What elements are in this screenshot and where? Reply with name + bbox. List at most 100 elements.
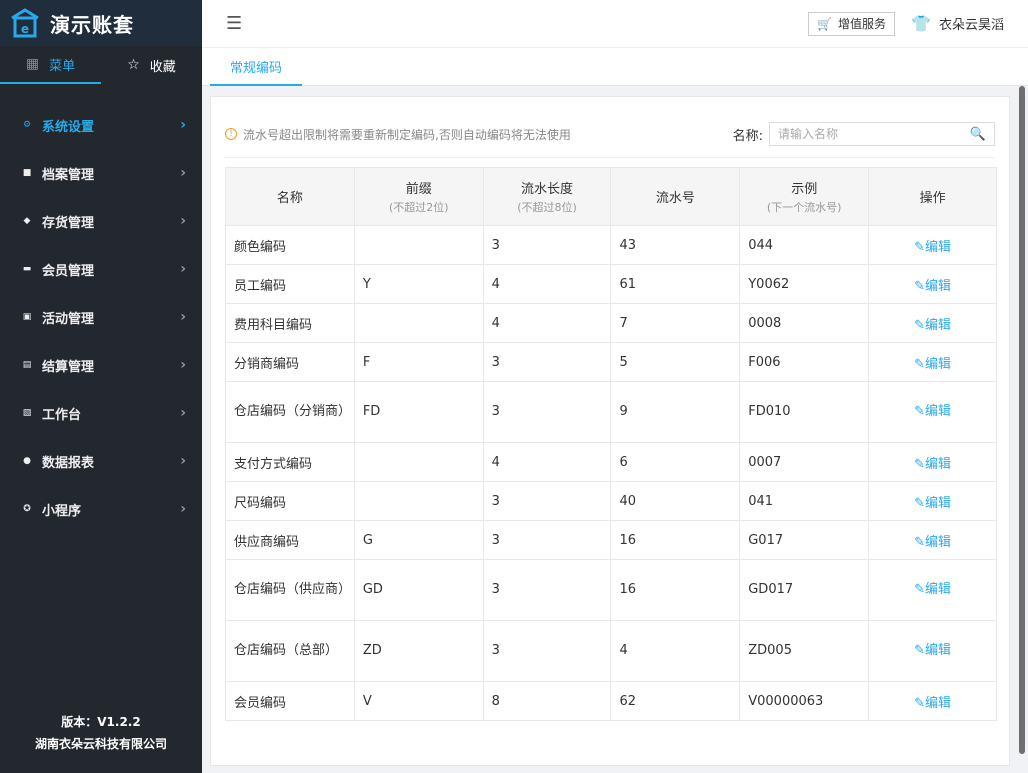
edit-button[interactable]: ✎编辑 — [914, 582, 951, 597]
chart-icon: ▧ — [22, 408, 32, 418]
cell-action: ✎编辑 — [868, 264, 997, 304]
cell-length: 3 — [482, 225, 612, 265]
sidebar-item-label: 会员管理 — [42, 263, 95, 279]
miniapp-icon: ✪ — [23, 504, 31, 514]
edit-button[interactable]: ✎编辑 — [914, 357, 951, 372]
edit-icon: ✎ — [914, 643, 926, 658]
collapse-menu-icon[interactable]: ☰ — [226, 13, 242, 34]
cell-action: ✎编辑 — [868, 559, 997, 621]
header-length: 流水长度 (不超过8位) — [482, 167, 612, 226]
scrollbar-thumb[interactable] — [1019, 86, 1025, 754]
sidebar-item-label: 结算管理 — [42, 359, 95, 375]
gift-icon: ▣ — [22, 312, 32, 322]
cell-action: ✎编辑 — [868, 303, 997, 343]
sidebar-item-settlement[interactable]: ▤ 结算管理 › — [0, 341, 202, 389]
cell-length: 3 — [482, 559, 612, 621]
table-row: 仓店编码（总部） ZD 3 4 ZD005 ✎编辑 — [225, 620, 997, 682]
edit-button[interactable]: ✎编辑 — [914, 643, 951, 658]
sidebar-item-label: 工作台 — [42, 407, 82, 423]
table-row: 员工编码 Y 4 61 Y0062 ✎编辑 — [225, 264, 997, 304]
cell-length: 3 — [482, 381, 612, 443]
cell-example: V00000063 — [739, 681, 870, 721]
logo: e 演示账套 — [0, 0, 202, 46]
cell-action: ✎编辑 — [868, 520, 997, 560]
cell-example: G017 — [739, 520, 870, 560]
cell-prefix: G — [353, 520, 484, 560]
edit-button[interactable]: ✎编辑 — [914, 696, 951, 711]
sidebar-item-label: 活动管理 — [42, 311, 95, 327]
cell-prefix — [353, 303, 484, 343]
chevron-right-icon: › — [180, 261, 186, 277]
notice-row: ! 流水号超出限制将需要重新制定编码,否则自动编码将无法使用 名称: 🔍 — [225, 119, 995, 149]
cell-prefix: V — [353, 681, 484, 721]
scrollbar[interactable] — [1018, 86, 1026, 756]
tab-menu-label: 菜单 — [49, 58, 76, 74]
search-label: 名称: — [732, 128, 763, 144]
archive-icon: ■ — [22, 168, 32, 178]
chevron-right-icon: › — [180, 405, 186, 421]
cell-prefix — [353, 481, 484, 521]
sidebar-item-activity[interactable]: ▣ 活动管理 › — [0, 293, 202, 341]
member-icon: ▬ — [22, 264, 32, 274]
sidebar-item-workbench[interactable]: ▧ 工作台 › — [0, 389, 202, 437]
cell-name: 费用科目编码 — [225, 303, 355, 343]
cell-prefix — [353, 442, 484, 482]
cell-example: 0008 — [739, 303, 870, 343]
tab-favorites[interactable]: ☆ 收藏 — [101, 46, 202, 84]
table-row: 支付方式编码 4 6 0007 ✎编辑 — [225, 442, 997, 482]
cell-name: 分销商编码 — [225, 342, 355, 382]
edit-icon: ✎ — [914, 582, 926, 597]
cell-name: 颜色编码 — [225, 225, 355, 265]
edit-button[interactable]: ✎编辑 — [914, 240, 951, 255]
value-added-button[interactable]: 🛒 增值服务 — [808, 11, 895, 36]
cell-serial: 43 — [610, 225, 741, 265]
pie-icon: ● — [23, 456, 31, 466]
cell-action: ✎编辑 — [868, 681, 997, 721]
edit-button[interactable]: ✎编辑 — [914, 279, 951, 294]
cell-length: 3 — [482, 481, 612, 521]
cell-name: 仓店编码（总部） — [225, 620, 355, 682]
sidebar-item-system-settings[interactable]: ⚙ 系统设置 › — [0, 101, 202, 149]
edit-button[interactable]: ✎编辑 — [914, 404, 951, 419]
sidebar-footer: 版本：V1.2.2 湖南衣朵云科技有限公司 — [0, 711, 202, 755]
cell-prefix: FD — [353, 381, 484, 443]
cell-serial: 4 — [610, 620, 741, 682]
user-menu[interactable]: 👕 衣朵云昊滔 — [911, 14, 1004, 33]
cell-example: F006 — [739, 342, 870, 382]
cell-example: GD017 — [739, 559, 870, 621]
cell-name: 员工编码 — [225, 264, 355, 304]
sidebar-item-label: 数据报表 — [42, 455, 95, 471]
search-icon[interactable]: 🔍 — [970, 127, 986, 142]
cell-length: 3 — [482, 620, 612, 682]
cell-action: ✎编辑 — [868, 225, 997, 265]
tab-regular-coding[interactable]: 常规编码 — [210, 48, 303, 86]
notice-text: 流水号超出限制将需要重新制定编码,否则自动编码将无法使用 — [243, 127, 571, 142]
tab-favorites-label: 收藏 — [149, 59, 176, 75]
company-label: 湖南衣朵云科技有限公司 — [34, 737, 167, 751]
settings-icon: ⚙ — [22, 120, 32, 130]
cart-icon: 🛒 — [817, 16, 832, 31]
sidebar-tabs: ▦ 菜单 ☆ 收藏 — [0, 46, 202, 84]
cell-prefix: GD — [353, 559, 484, 621]
box-icon: ◆ — [23, 216, 31, 226]
svg-text:e: e — [21, 22, 29, 36]
cell-name: 尺码编码 — [225, 481, 355, 521]
sidebar-item-reports[interactable]: ● 数据报表 › — [0, 437, 202, 485]
sidebar-menu: ⚙ 系统设置 › ■ 档案管理 › ◆ 存货管理 › ▬ 会员管理 › ▣ 活动… — [0, 101, 202, 533]
sidebar-item-inventory[interactable]: ◆ 存货管理 › — [0, 197, 202, 245]
table-row: 尺码编码 3 40 041 ✎编辑 — [225, 481, 997, 521]
edit-button[interactable]: ✎编辑 — [914, 496, 951, 511]
sidebar-item-miniapp[interactable]: ✪ 小程序 › — [0, 485, 202, 533]
cell-name: 仓店编码（供应商） — [225, 559, 355, 621]
edit-button[interactable]: ✎编辑 — [914, 535, 951, 550]
edit-button[interactable]: ✎编辑 — [914, 318, 951, 333]
edit-button[interactable]: ✎编辑 — [914, 457, 951, 472]
tab-menu[interactable]: ▦ 菜单 — [0, 46, 101, 84]
cell-length: 3 — [482, 520, 612, 560]
cell-name: 支付方式编码 — [225, 442, 355, 482]
sidebar-item-member[interactable]: ▬ 会员管理 › — [0, 245, 202, 293]
sidebar-item-archive[interactable]: ■ 档案管理 › — [0, 149, 202, 197]
cell-serial: 40 — [610, 481, 741, 521]
table-row: 仓店编码（供应商） GD 3 16 GD017 ✎编辑 — [225, 559, 997, 621]
search-input[interactable] — [778, 127, 970, 141]
